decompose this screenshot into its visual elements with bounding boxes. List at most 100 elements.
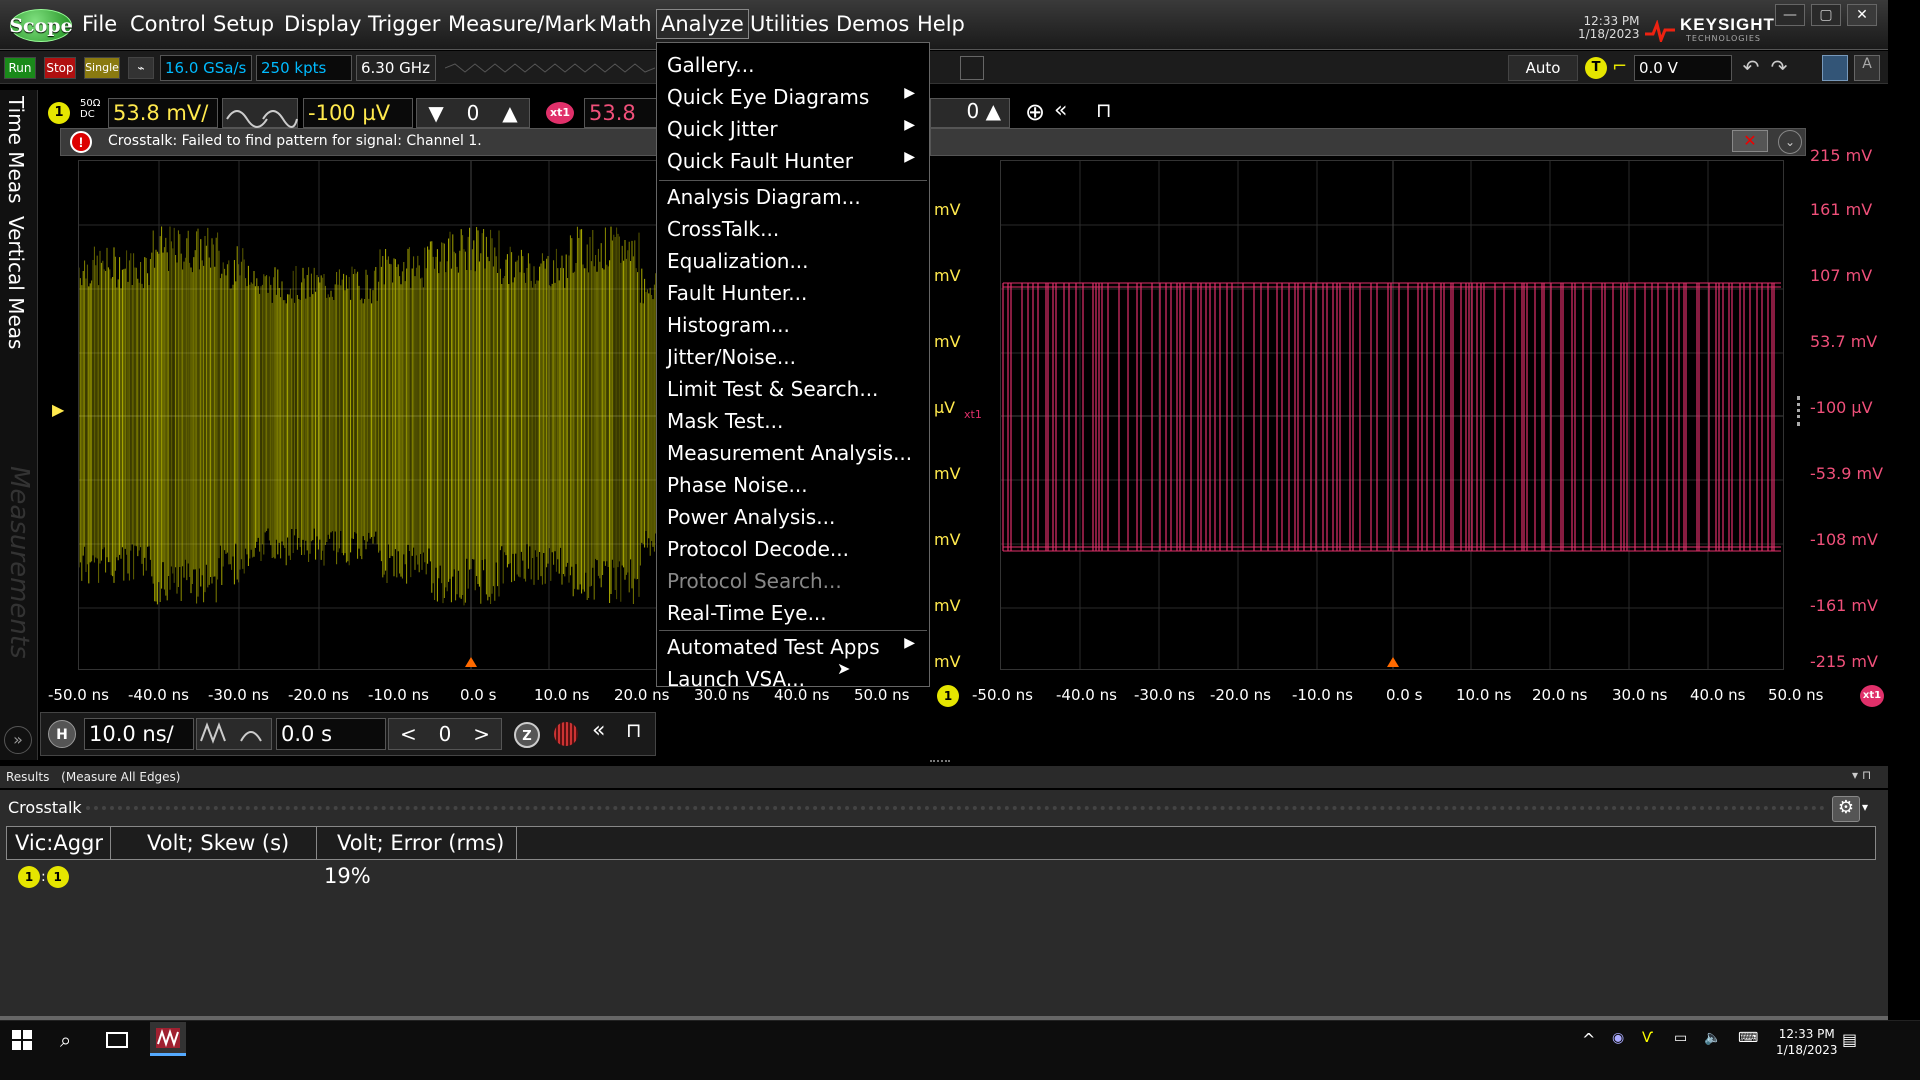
collapse-horizontal-button[interactable]: « xyxy=(592,718,605,743)
layout-button[interactable] xyxy=(1822,55,1848,81)
taskbar-clock[interactable]: 12:33 PM 1/18/2023 xyxy=(1776,1026,1838,1058)
menu-item-quick-fault-hunter[interactable]: Quick Fault Hunter ▶ xyxy=(667,149,921,173)
scope-app-taskbar-button[interactable] xyxy=(150,1022,186,1056)
network-icon[interactable]: ▭ xyxy=(1674,1030,1687,1046)
channel1-badge[interactable]: 1 xyxy=(48,102,70,124)
menu-item-power-analysis[interactable]: Power Analysis... xyxy=(667,505,921,529)
timebase-scale-knob[interactable] xyxy=(196,718,272,750)
trigger-mode-button[interactable]: Auto xyxy=(1508,55,1578,81)
channel1-offset-field[interactable]: -100 µV xyxy=(303,98,413,128)
bandwidth-field[interactable]: 6.30 GHz xyxy=(356,55,436,81)
menu-math[interactable]: Math xyxy=(597,12,654,36)
zero-icon[interactable]: 0 xyxy=(439,722,452,746)
menu-item-limit-test-search[interactable]: Limit Test & Search... xyxy=(667,377,921,401)
redo-button[interactable]: ↷ xyxy=(1766,55,1792,81)
zero-icon[interactable]: 0 xyxy=(467,101,480,125)
error-expand-button[interactable]: ⌄ xyxy=(1778,130,1802,154)
task-view-icon[interactable] xyxy=(106,1032,128,1048)
undo-button[interactable]: ↶ xyxy=(1738,55,1764,81)
trigger-source-icon[interactable]: T xyxy=(1585,57,1607,79)
menu-item-histogram[interactable]: Histogram... xyxy=(667,313,921,337)
keyboard-icon[interactable]: ⌨ xyxy=(1738,1030,1758,1046)
tab-time-meas[interactable]: Time Meas xyxy=(4,96,28,204)
autoscale-button[interactable]: ⌁ xyxy=(128,57,154,79)
timebase-position-knob[interactable]: <0 > xyxy=(388,718,502,750)
down-icon[interactable]: ▼ xyxy=(428,101,443,125)
results-settings-button[interactable]: ⚙ xyxy=(1832,796,1860,822)
memory-depth-field[interactable]: 250 kpts xyxy=(256,55,352,81)
menu-item-measurement-analysis[interactable]: Measurement Analysis... xyxy=(667,441,921,465)
menu-trigger[interactable]: Trigger xyxy=(366,12,442,36)
col-volt-error[interactable]: Volt; Error (rms) xyxy=(317,827,517,859)
error-dismiss-button[interactable]: ✕ xyxy=(1732,130,1768,152)
menu-control[interactable]: Control xyxy=(128,12,208,36)
minimize-button[interactable]: — xyxy=(1775,4,1805,26)
close-button[interactable]: ✕ xyxy=(1847,4,1877,26)
up-icon[interactable]: ▲ xyxy=(502,101,517,125)
sample-rate-field[interactable]: 16.0 GSa/s xyxy=(160,55,252,81)
timebase-position-field[interactable]: 0.0 s xyxy=(276,718,386,750)
xtalk-badge[interactable]: xt1 xyxy=(546,102,574,124)
collapse-button[interactable]: « xyxy=(1054,98,1078,128)
menu-demos[interactable]: Demos xyxy=(834,12,911,36)
channel1-scale-knob[interactable] xyxy=(222,98,298,128)
tray-keysight-icon[interactable]: Ѵ xyxy=(1642,1030,1653,1046)
zoom-button[interactable]: Z xyxy=(514,722,540,748)
windows-start-icon[interactable] xyxy=(12,1030,32,1050)
menu-file[interactable]: File xyxy=(80,12,119,36)
menu-item-protocol-decode[interactable]: Protocol Decode... xyxy=(667,537,921,561)
menu-analyze[interactable]: Analyze xyxy=(656,9,749,39)
menu-item-mask-test[interactable]: Mask Test... xyxy=(667,409,921,433)
add-channel-button[interactable]: ⊕ xyxy=(1020,98,1050,128)
scope-logo-button[interactable]: Scope xyxy=(9,9,73,42)
menu-item-jitter-noise[interactable]: Jitter/Noise... xyxy=(667,345,921,369)
panel-resize-handle[interactable] xyxy=(930,760,950,762)
trigger-level-field[interactable]: 0.0 V xyxy=(1634,55,1732,81)
menu-measure-mark[interactable]: Measure/Mark xyxy=(446,12,598,36)
horizontal-badge[interactable]: H xyxy=(48,720,76,748)
chevron-left-icon[interactable]: < xyxy=(400,722,417,746)
menu-item-fault-hunter[interactable]: Fault Hunter... xyxy=(667,281,921,305)
menu-item-phase-noise[interactable]: Phase Noise... xyxy=(667,473,921,497)
menu-item-quick-jitter[interactable]: Quick Jitter ▶ xyxy=(667,117,921,141)
menu-item-launch-vsa[interactable]: Launch VSA... xyxy=(667,667,921,691)
menu-item-real-time-eye[interactable]: Real-Time Eye... xyxy=(667,601,921,625)
menu-item-gallery[interactable]: Gallery... xyxy=(667,53,921,77)
menu-utilities[interactable]: Utilities xyxy=(748,12,831,36)
results-menu-button[interactable]: ▾ ⊓ xyxy=(1852,768,1871,782)
menu-item-equalization[interactable]: Equalization... xyxy=(667,249,921,273)
chevron-right-icon[interactable]: > xyxy=(473,722,490,746)
search-icon[interactable]: ⌕ xyxy=(60,1028,71,1052)
xtalk-scale-field[interactable]: 53.8 m xyxy=(584,98,660,128)
timebase-scale-field[interactable]: 10.0 ns/ xyxy=(84,718,194,750)
table-row[interactable]: 1 : 1 xyxy=(18,866,69,888)
menu-setup[interactable]: Setup xyxy=(211,12,276,36)
trigger-edge-icon[interactable]: ⌐ xyxy=(1612,56,1632,78)
maximize-button[interactable]: ▢ xyxy=(1811,4,1841,26)
volume-icon[interactable]: 🔈 xyxy=(1704,1030,1721,1046)
channel1-waveform-plot[interactable] xyxy=(78,160,658,670)
run-button[interactable]: Run xyxy=(4,57,36,79)
tray-chevron-up-icon[interactable]: ^ xyxy=(1582,1030,1595,1049)
results-settings-dropdown[interactable]: ▾ xyxy=(1862,800,1868,814)
col-volt-skew[interactable]: Volt; Skew (s) xyxy=(111,827,317,859)
menu-item-analysis-diagram[interactable]: Analysis Diagram... xyxy=(667,185,921,209)
splitter-handle[interactable] xyxy=(1797,396,1800,426)
channel1-offset-knob[interactable]: ▼ 0 ▲ xyxy=(416,98,530,128)
menu-item-automated-test-apps[interactable]: Automated Test Apps ▶ xyxy=(667,635,921,659)
tab-vertical-meas[interactable]: Vertical Meas xyxy=(4,216,28,349)
pin-horizontal-button[interactable]: ⊓ xyxy=(626,718,642,742)
xtalk-offset-knob[interactable]: 0 ▲ xyxy=(930,98,1010,128)
expand-sidebar-button[interactable]: » xyxy=(4,726,32,754)
crosstalk-waveform-plot[interactable] xyxy=(1000,160,1784,670)
notification-icon[interactable]: ▤ xyxy=(1842,1030,1857,1049)
measure-tools-button[interactable]: A xyxy=(1854,55,1880,81)
stop-button[interactable]: Stop xyxy=(44,57,76,79)
tray-app-icon[interactable]: ◉ xyxy=(1612,1030,1624,1046)
pin-button[interactable]: ⊓ xyxy=(1096,98,1120,128)
menu-help[interactable]: Help xyxy=(915,12,967,36)
col-vic-aggr[interactable]: Vic:Aggr xyxy=(7,827,111,859)
menu-display[interactable]: Display xyxy=(282,12,363,36)
menu-item-crosstalk[interactable]: CrossTalk... xyxy=(667,217,921,241)
channel1-scale-field[interactable]: 53.8 mV/ xyxy=(108,98,218,128)
